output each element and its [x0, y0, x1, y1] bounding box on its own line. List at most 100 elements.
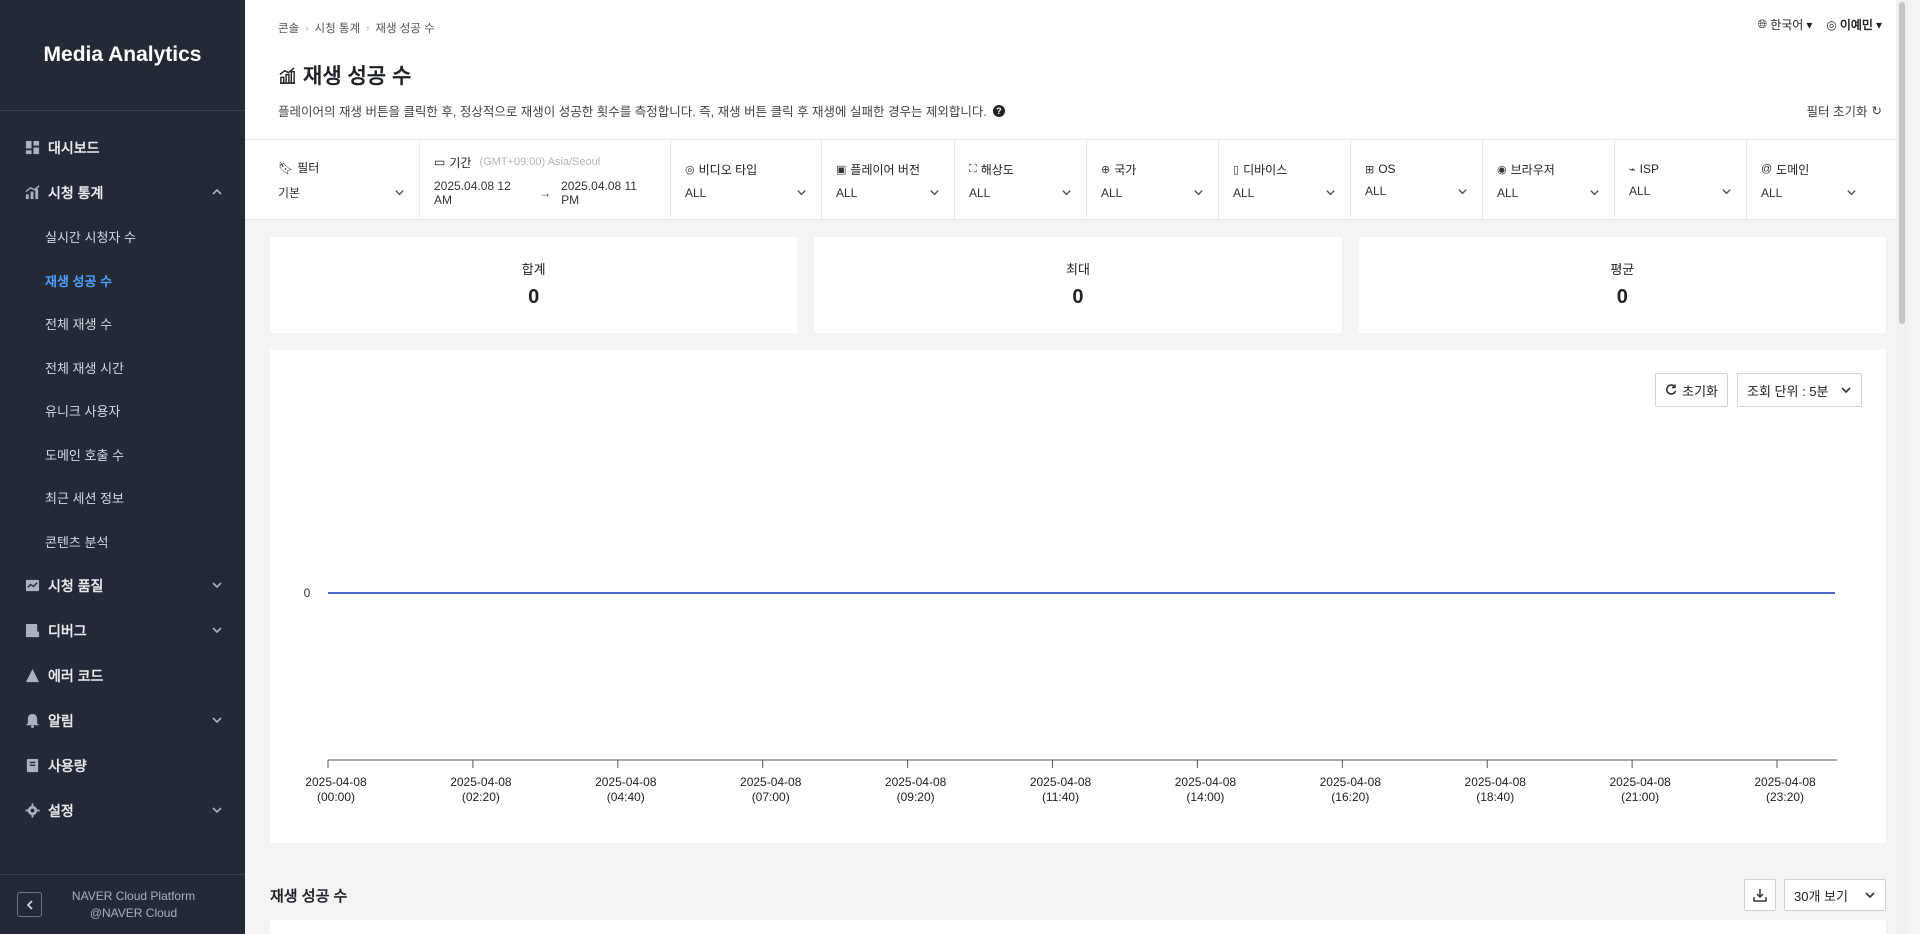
breadcrumb-item-console[interactable]: 콘솔	[278, 20, 299, 36]
filter-label: ◉ 브라우저	[1497, 161, 1600, 178]
sidebar-subitem-total-plays[interactable]: 전체 재생 수	[0, 302, 245, 346]
chevron-down-icon	[1841, 387, 1851, 394]
chevron-left-icon	[26, 899, 33, 910]
stat-card-average: 평균 0	[1358, 237, 1886, 333]
page-description: 플레이어의 재생 버튼을 클릭한 후, 정상적으로 재생이 성공한 횟수를 측정…	[278, 101, 1005, 120]
x-tick-label-time: (16:20)	[1331, 790, 1369, 804]
filter-device[interactable]: ▯ 디바이스 ALL	[1219, 140, 1351, 220]
interval-select[interactable]: 조회 단위 : 5분	[1737, 373, 1862, 407]
filter-period[interactable]: ▭ 기간 (GMT+09:00) Asia/Seoul 2025.04.08 12 …	[420, 140, 671, 220]
sidebar-item-error-code[interactable]: 에러 코드	[0, 653, 245, 698]
download-button[interactable]	[1744, 879, 1776, 911]
sidebar-subitem-domain-calls[interactable]: 도메인 호출 수	[0, 433, 245, 477]
sidebar-subitem-recent-sessions[interactable]: 최근 세션 정보	[0, 476, 245, 520]
filter-select[interactable]: ALL	[1629, 184, 1732, 198]
filter-country[interactable]: ⊕ 국가 ALL	[1087, 140, 1219, 220]
player-icon: ▣	[836, 163, 847, 176]
sidebar-item-quality[interactable]: 시청 품질	[0, 563, 245, 608]
filter-label-text: 도메인	[1776, 162, 1810, 177]
sidebar-item-settings[interactable]: 설정	[0, 788, 245, 833]
filter-select[interactable]: ALL	[969, 186, 1072, 200]
user-menu[interactable]: ◎ 이예민 ▾	[1826, 16, 1882, 33]
table-controls: 30개 보기	[1744, 879, 1886, 911]
chart-icon	[279, 66, 296, 84]
filter-select[interactable]: ALL	[1365, 184, 1468, 198]
filter-label: ⊕ 국가	[1101, 161, 1204, 178]
chevron-down-icon	[211, 578, 223, 594]
filter-value: ALL	[1365, 184, 1387, 198]
help-icon[interactable]: ?	[992, 104, 1005, 117]
x-tick-label-time: (02:20)	[462, 790, 500, 804]
filter-player-version[interactable]: ▣ 플레이어 버전 ALL	[822, 140, 955, 220]
x-tick-label-date: 2025-04-08	[1175, 775, 1237, 789]
filter-label: ⛶ 해상도	[969, 161, 1072, 178]
stat-label: 합계	[521, 262, 546, 277]
refresh-icon	[1666, 384, 1677, 395]
sidebar-subitem-total-play-time[interactable]: 전체 재생 시간	[0, 346, 245, 390]
page-scrollbar[interactable]	[1896, 0, 1908, 934]
filter-select[interactable]: ALL	[685, 186, 807, 200]
chevron-down-icon	[930, 190, 939, 196]
brand-logo[interactable]: Media Analytics	[0, 0, 245, 111]
filter-label-text: 국가	[1114, 162, 1137, 177]
filter-select[interactable]: ALL	[1761, 186, 1857, 200]
date-range-picker[interactable]: 2025.04.08 12 AM → 2025.04.08 11 PM	[434, 179, 656, 207]
breadcrumb: 콘솔 › 시청 통계 › 재생 성공 수	[278, 20, 435, 36]
sidebar-item-stats[interactable]: 시청 통계	[0, 170, 245, 215]
filter-bar: 🔖︎ 필터 기본 ▭ 기간 (GMT+09:00) Asia/Seoul 2025.0…	[245, 140, 1908, 220]
language-selector[interactable]: 🌐︎ 한국어 ▾	[1758, 16, 1813, 33]
collapse-sidebar-button[interactable]	[17, 892, 42, 917]
filter-video-type[interactable]: ◎ 비디오 타입 ALL	[671, 140, 822, 220]
x-tick-label-time: (21:00)	[1621, 790, 1659, 804]
filter-isp[interactable]: ⌁ ISP ALL	[1615, 140, 1747, 220]
filter-os[interactable]: ⊞ OS ALL	[1351, 140, 1483, 220]
chevron-up-icon	[211, 185, 223, 201]
sidebar-item-dashboard[interactable]: 대시보드	[0, 125, 245, 170]
filter-preset-value: 기본	[278, 186, 301, 200]
filter-label: ⊞ OS	[1365, 162, 1468, 176]
filter-label-text: 디바이스	[1243, 162, 1288, 177]
x-tick-label-date: 2025-04-08	[1465, 775, 1527, 789]
interval-label: 조회 단위 : 5분	[1747, 383, 1829, 399]
quality-icon	[24, 578, 40, 594]
video-type-icon: ◎	[685, 163, 695, 176]
filter-domain[interactable]: @ 도메인 ALL	[1747, 140, 1871, 220]
resolution-icon: ⛶	[969, 162, 977, 175]
sidebar-subitem-unique-users[interactable]: 유니크 사용자	[0, 389, 245, 433]
sidebar-subitem-realtime-viewers[interactable]: 실시간 시청자 수	[0, 215, 245, 259]
page-description-text: 플레이어의 재생 버튼을 클릭한 후, 정상적으로 재생이 성공한 횟수를 측정…	[278, 105, 987, 119]
filter-label-text: 비디오 타입	[698, 162, 758, 177]
table-container	[270, 920, 1886, 934]
sidebar-item-alerts[interactable]: 알림	[0, 698, 245, 743]
filter-select[interactable]: ALL	[1497, 186, 1600, 200]
period-end[interactable]: 2025.04.08 11 PM	[561, 179, 656, 207]
filter-select[interactable]: ALL	[836, 186, 940, 200]
filter-select[interactable]: ALL	[1101, 186, 1204, 200]
breadcrumb-item-current: 재생 성공 수	[375, 23, 435, 35]
page-title: 재생 성공 수	[278, 60, 411, 90]
sidebar-item-debug[interactable]: 디버그	[0, 608, 245, 653]
filter-select[interactable]: ALL	[1233, 186, 1336, 200]
breadcrumb-item-stats[interactable]: 시청 통계	[315, 20, 361, 36]
page-size-select[interactable]: 30개 보기	[1784, 879, 1886, 911]
page-header: 콘솔 › 시청 통계 › 재생 성공 수 🌐︎ 한국어 ▾ ◎ 이예민 ▾ 재생…	[245, 0, 1908, 140]
dashboard-icon	[24, 140, 40, 156]
sidebar-item-usage[interactable]: 사용량	[0, 743, 245, 788]
period-start[interactable]: 2025.04.08 12 AM	[434, 179, 529, 207]
filter-preset[interactable]: 🔖︎ 필터 기본	[278, 140, 420, 220]
chevron-down-icon	[1194, 190, 1203, 196]
sidebar-subitem-content-analysis[interactable]: 콘텐츠 분석	[0, 520, 245, 564]
filter-preset-label: 🔖︎ 필터	[278, 159, 405, 176]
scrollbar-thumb[interactable]	[1899, 2, 1905, 324]
filter-resolution[interactable]: ⛶ 해상도 ALL	[955, 140, 1087, 220]
filter-browser[interactable]: ◉ 브라우저 ALL	[1483, 140, 1615, 220]
reset-filter-button[interactable]: 필터 초기화 ↻	[1807, 101, 1882, 120]
sidebar-subitem-play-success[interactable]: 재생 성공 수	[0, 259, 245, 303]
breadcrumb-separator-icon: ›	[305, 22, 309, 34]
sidebar-item-label: 대시보드	[48, 139, 100, 156]
filter-value: ALL	[969, 185, 991, 200]
chevron-down-icon	[1865, 892, 1875, 899]
sidebar-item-label: 설정	[48, 802, 74, 819]
filter-preset-select[interactable]: 기본	[278, 184, 405, 201]
chart-reset-button[interactable]: 초기화	[1655, 373, 1728, 407]
